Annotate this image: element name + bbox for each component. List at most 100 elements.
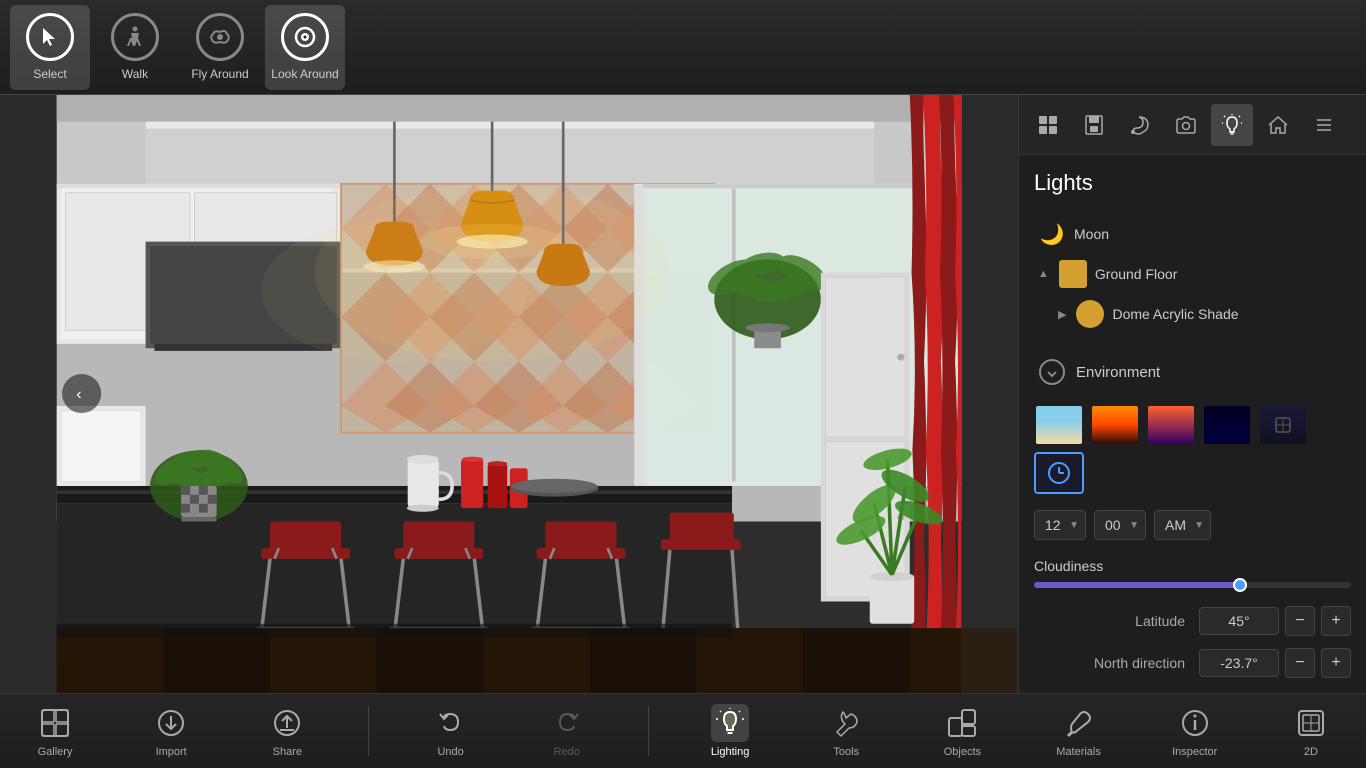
materials-button[interactable]: Materials <box>1044 704 1114 758</box>
materials-icon <box>1060 704 1098 742</box>
import-icon <box>152 704 190 742</box>
panel-title: Lights <box>1034 170 1351 196</box>
home-panel-btn[interactable] <box>1257 104 1299 146</box>
gallery-icon <box>36 704 74 742</box>
inspector-button[interactable]: Inspector <box>1160 704 1230 758</box>
save-panel-btn[interactable] <box>1073 104 1115 146</box>
period-select[interactable]: AM PM <box>1155 511 1210 539</box>
share-button[interactable]: Share <box>252 704 322 758</box>
fly-around-icon <box>196 13 244 61</box>
tools-icon <box>827 704 865 742</box>
environment-header[interactable]: Environment <box>1034 350 1351 394</box>
look-around-icon <box>281 13 329 61</box>
dome-label: Dome Acrylic Shade <box>1112 306 1238 322</box>
minute-select-wrap: 00 153045 ▼ <box>1094 510 1146 540</box>
environment-toggle-icon <box>1038 358 1066 386</box>
latitude-decrease-btn[interactable]: − <box>1285 606 1315 636</box>
hour-select-wrap: 12 1234 5678 91011 ▼ <box>1034 510 1086 540</box>
preset-sunset-inner <box>1092 406 1138 444</box>
light-item-moon[interactable]: 🌙 Moon <box>1034 214 1351 254</box>
main-area: ‹ <box>0 95 1366 693</box>
share-label: Share <box>273 746 302 758</box>
objects-button[interactable]: Objects <box>927 704 997 758</box>
undo-icon <box>432 704 470 742</box>
cloudiness-fill <box>1034 582 1240 588</box>
tools-button[interactable]: Tools <box>811 704 881 758</box>
latitude-increase-btn[interactable]: + <box>1321 606 1351 636</box>
viewport[interactable]: ‹ <box>0 95 1018 693</box>
latitude-row: Latitude 45° − + <box>1034 606 1351 636</box>
preset-night-inner <box>1204 406 1250 444</box>
objects-panel-btn[interactable] <box>1027 104 1069 146</box>
inspector-label: Inspector <box>1172 746 1217 758</box>
scene-viewport: ‹ <box>0 95 1018 693</box>
light-item-ground-floor[interactable]: ▲ Ground Floor <box>1034 254 1351 294</box>
cloudiness-thumb[interactable] <box>1233 578 1247 592</box>
undo-button[interactable]: Undo <box>416 704 486 758</box>
environment-label: Environment <box>1076 364 1160 381</box>
walk-icon <box>111 13 159 61</box>
preset-clock[interactable] <box>1034 452 1084 494</box>
latitude-value: 45° <box>1199 607 1279 635</box>
north-direction-decrease-btn[interactable]: − <box>1285 648 1315 678</box>
preset-day[interactable] <box>1034 404 1084 446</box>
ground-floor-label: Ground Floor <box>1095 266 1177 282</box>
lighting-button[interactable]: Lighting <box>695 704 765 758</box>
walk-label: Walk <box>122 67 148 81</box>
cloudiness-track <box>1034 582 1351 588</box>
share-icon <box>268 704 306 742</box>
environment-presets <box>1034 404 1351 494</box>
moon-label: Moon <box>1074 226 1109 242</box>
lighting-icon <box>711 704 749 742</box>
2d-icon <box>1292 704 1330 742</box>
preset-alt[interactable] <box>1258 404 1308 446</box>
preset-dusk[interactable] <box>1146 404 1196 446</box>
redo-label: Redo <box>554 746 580 758</box>
dome-icon <box>1076 300 1104 328</box>
svg-text:‹: ‹ <box>76 386 81 403</box>
toolbar-divider-2 <box>648 706 649 756</box>
redo-icon <box>548 704 586 742</box>
hour-select[interactable]: 12 1234 5678 91011 <box>1035 511 1085 539</box>
preset-clock-inner <box>1036 454 1082 492</box>
select-icon <box>26 13 74 61</box>
moon-icon: 🌙 <box>1038 220 1066 248</box>
undo-label: Undo <box>437 746 463 758</box>
redo-button[interactable]: Redo <box>532 704 602 758</box>
cloudiness-label: Cloudiness <box>1034 558 1351 574</box>
import-button[interactable]: Import <box>136 704 206 758</box>
objects-label: Objects <box>944 746 981 758</box>
top-toolbar: Select Walk Fly Around Loo <box>0 0 1366 95</box>
2d-label: 2D <box>1304 746 1318 758</box>
light-item-dome[interactable]: ▶ Dome Acrylic Shade <box>1054 294 1351 334</box>
lighting-label: Lighting <box>711 746 750 758</box>
ground-floor-icon <box>1059 260 1087 288</box>
panel-icon-row <box>1019 95 1366 155</box>
2d-button[interactable]: 2D <box>1276 704 1346 758</box>
toolbar-divider-1 <box>368 706 369 756</box>
cloudiness-slider[interactable] <box>1034 582 1351 588</box>
expand-arrow: ▲ <box>1038 268 1049 280</box>
gallery-button[interactable]: Gallery <box>20 704 90 758</box>
fly-around-button[interactable]: Fly Around <box>180 5 260 90</box>
light-panel-btn[interactable] <box>1211 104 1253 146</box>
walk-button[interactable]: Walk <box>95 5 175 90</box>
north-direction-increase-btn[interactable]: + <box>1321 648 1351 678</box>
north-direction-value: -23.7° <box>1199 649 1279 677</box>
period-select-wrap: AM PM ▼ <box>1154 510 1211 540</box>
latitude-label: Latitude <box>1034 613 1185 629</box>
paint-panel-btn[interactable] <box>1119 104 1161 146</box>
lights-tree: 🌙 Moon ▲ Ground Floor ▶ Dome Acrylic Sha… <box>1034 214 1351 334</box>
north-direction-row: North direction -23.7° − + <box>1034 648 1351 678</box>
fly-around-label: Fly Around <box>191 67 248 81</box>
preset-night[interactable] <box>1202 404 1252 446</box>
import-label: Import <box>156 746 187 758</box>
camera-panel-btn[interactable] <box>1165 104 1207 146</box>
look-around-button[interactable]: Look Around <box>265 5 345 90</box>
preset-sunset[interactable] <box>1090 404 1140 446</box>
list-panel-btn[interactable] <box>1303 104 1345 146</box>
minute-select[interactable]: 00 153045 <box>1095 511 1145 539</box>
select-button[interactable]: Select <box>10 5 90 90</box>
preset-alt-inner <box>1260 406 1306 444</box>
right-panel: Lights 🌙 Moon ▲ Ground Floor ▶ <box>1018 95 1366 693</box>
